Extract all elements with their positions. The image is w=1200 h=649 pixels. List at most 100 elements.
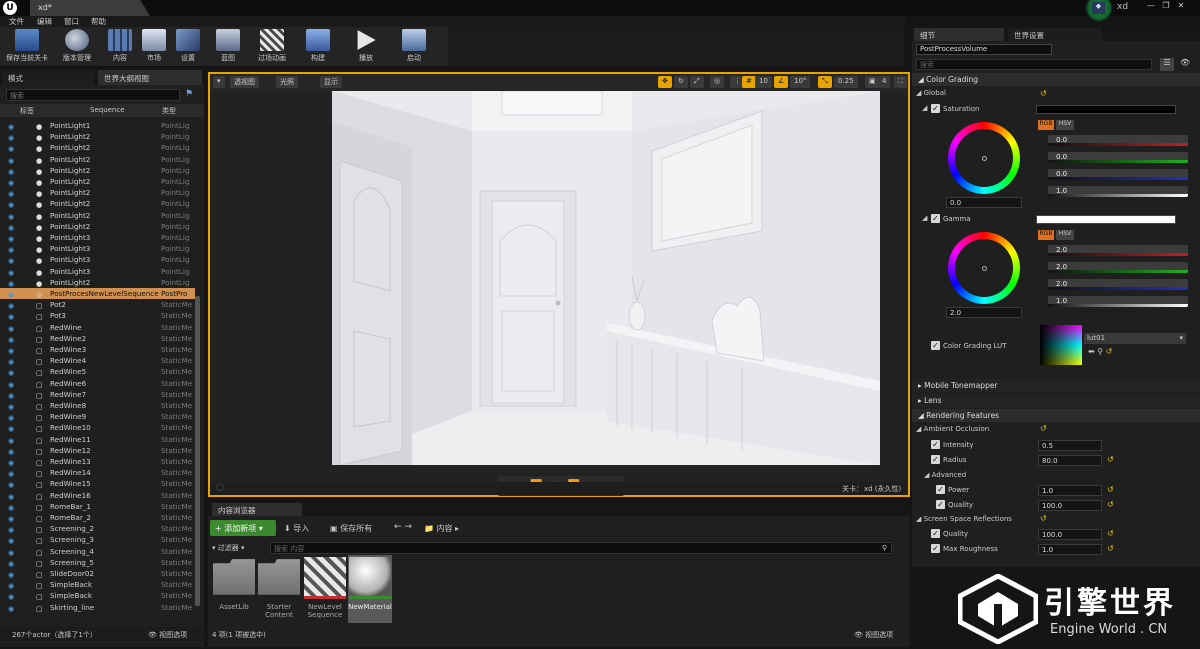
visibility-eye-icon[interactable]: ◉ xyxy=(8,121,17,131)
visibility-eye-icon[interactable]: ◉ xyxy=(8,334,17,344)
unreal-logo-icon[interactable]: U xyxy=(3,1,17,15)
rotate-icon[interactable]: ↻ xyxy=(674,76,688,88)
outliner-row[interactable]: ◉ ● PointLight3 PointLig xyxy=(0,243,195,254)
lut-browse-icons[interactable]: ⬅ ⚲ ↺ xyxy=(1088,347,1112,356)
visibility-eye-icon[interactable]: ◉ xyxy=(8,513,17,523)
visibility-eye-icon[interactable]: ◉ xyxy=(8,323,17,333)
outliner-row[interactable]: ◉ ▢ Screening_3 StaticMe xyxy=(0,534,195,545)
outliner-row[interactable]: ◉ ▢ RedWine13 StaticMe xyxy=(0,456,195,467)
outliner-row[interactable]: ◉ ▢ RedWine12 StaticMe xyxy=(0,445,195,456)
ao-reset-icon[interactable]: ↺ xyxy=(1040,424,1047,433)
lut-dropdown[interactable]: lut01 ▾ xyxy=(1084,333,1186,344)
viewport-menu-button[interactable]: ▾ xyxy=(213,76,225,88)
scale-icon[interactable]: ⤢ xyxy=(690,76,704,88)
outliner-view-options[interactable]: 👁 视图选项 xyxy=(148,630,187,640)
outliner-row[interactable]: ◉ ● PointLight2 PointLig xyxy=(0,154,195,165)
intensity-checkbox[interactable]: ✓ xyxy=(931,440,940,449)
outliner-row[interactable]: ◉ ▢ RedWine8 StaticMe xyxy=(0,400,195,411)
quality-value[interactable]: 100.0 xyxy=(1038,500,1102,511)
visibility-eye-icon[interactable]: ◉ xyxy=(8,143,17,153)
outliner-row[interactable]: ◉ ● PointLight3 PointLig xyxy=(0,254,195,265)
visibility-eye-icon[interactable]: ◉ xyxy=(8,401,17,411)
path-breadcrumb[interactable]: 📁 内容 ▸ xyxy=(424,523,459,534)
visibility-eye-icon[interactable]: ◉ xyxy=(8,132,17,142)
outliner-row[interactable]: ◉ ▢ SlideDoor02 StaticMe xyxy=(0,568,195,579)
launch-button[interactable]: 启动 xyxy=(400,29,428,65)
source-control-button[interactable]: 版本管理 xyxy=(56,29,98,65)
marketplace-button[interactable]: 市场 xyxy=(140,29,168,65)
content-search-input[interactable]: 搜索 内容 ⚲ xyxy=(270,542,892,554)
add-new-button[interactable]: + 添加新项 ▾ xyxy=(210,520,276,536)
outliner-row[interactable]: ◉ ▢ RedWine6 StaticMe xyxy=(0,378,195,389)
tab-content-browser[interactable]: 内容浏览器 xyxy=(212,503,302,516)
column-sequence[interactable]: Sequence xyxy=(90,106,125,114)
quality-checkbox[interactable]: ✓ xyxy=(936,500,945,509)
play-button[interactable]: 播放 xyxy=(352,29,380,65)
filters-button[interactable]: ▾ 过滤器 ▾ xyxy=(212,543,245,553)
user-avatar-icon[interactable]: ◆ xyxy=(1092,2,1105,14)
maximize-icon[interactable]: ❐ xyxy=(1161,1,1171,11)
visibility-eye-icon[interactable]: ◉ xyxy=(8,569,17,579)
rotation-snap-value[interactable]: 10° xyxy=(790,76,811,88)
outliner-row[interactable]: ◉ ▢ RedWine11 StaticMe xyxy=(0,434,195,445)
tab-world-outliner[interactable]: 世界大纲视图 xyxy=(98,70,202,85)
outliner-row[interactable]: ◉ ▢ Pot3 StaticMe xyxy=(0,310,195,321)
outliner-row[interactable]: ◉ ▢ RedWine10 StaticMe xyxy=(0,422,195,433)
saturation-b-slider[interactable]: B0.0 xyxy=(1048,169,1188,180)
save-button[interactable]: 保存当前关卡 xyxy=(4,29,50,65)
outliner-row[interactable]: ◉ ● PointLight2 PointLig xyxy=(0,176,195,187)
visibility-eye-icon[interactable]: ◉ xyxy=(8,222,17,232)
viewport-info-icon[interactable]: ◯ xyxy=(216,483,224,491)
content-view-options[interactable]: 👁 视图选项 xyxy=(854,630,893,640)
outliner-row[interactable]: ◉ ● PointLight2 PointLig xyxy=(0,210,195,221)
visibility-eye-icon[interactable]: ◉ xyxy=(8,379,17,389)
outliner-row[interactable]: ◉ ▢ Screening_4 StaticMe xyxy=(0,546,195,557)
gamma-color-swatch[interactable] xyxy=(1036,215,1176,224)
asset-assetlib[interactable]: AssetLib xyxy=(212,557,256,611)
outliner-row[interactable]: ◉ ▢ RedWine15 StaticMe xyxy=(0,478,195,489)
outliner-search-input[interactable]: 搜索 xyxy=(6,89,180,101)
visibility-eye-icon[interactable]: ◉ xyxy=(8,390,17,400)
object-name-field[interactable]: PostProcessVolume xyxy=(916,44,1052,55)
world-local-icon[interactable]: ◎ xyxy=(710,76,725,88)
outliner-row[interactable]: ◉ ▢ Screening_2 StaticMe xyxy=(0,523,195,534)
gamma-y-slider[interactable]: Y1.0 xyxy=(1048,296,1188,307)
outliner-row[interactable]: ◉ ● PointLight3 PointLig xyxy=(0,232,195,243)
show-button[interactable]: 显示 xyxy=(320,76,342,88)
saturation-checkbox[interactable]: ✓ xyxy=(931,104,940,113)
visibility-eye-icon[interactable]: ◉ xyxy=(8,289,17,299)
minimize-icon[interactable]: — xyxy=(1146,1,1156,11)
section-rendering-features[interactable]: ◢ Rendering Features xyxy=(912,409,1200,422)
saturation-wheel-value[interactable]: 0.0 xyxy=(946,197,1022,208)
quality-reset-icon[interactable]: ↺ xyxy=(1107,500,1114,509)
visibility-eye-icon[interactable]: ◉ xyxy=(8,423,17,433)
visibility-eye-icon[interactable]: ◉ xyxy=(8,300,17,310)
visibility-eye-icon[interactable]: ◉ xyxy=(8,244,17,254)
blueprint-button[interactable]: 蓝图 xyxy=(214,29,242,65)
visibility-eye-icon[interactable]: ◉ xyxy=(8,524,17,534)
visibility-eye-icon[interactable]: ◉ xyxy=(8,558,17,568)
outliner-row[interactable]: ◉ ▢ RedWine2 StaticMe xyxy=(0,333,195,344)
radius-reset-icon[interactable]: ↺ xyxy=(1107,455,1114,464)
outliner-row[interactable]: ◉ ▢ Pot2 StaticMe xyxy=(0,299,195,310)
outliner-row[interactable]: ◉ ▢ SimpleBack StaticMe xyxy=(0,579,195,590)
visibility-eye-icon[interactable]: ◉ xyxy=(8,591,17,601)
visibility-eye-icon[interactable]: ◉ xyxy=(8,356,17,366)
section-mobile-tonemapper[interactable]: ▸ Mobile Tonemapper xyxy=(912,379,1200,392)
content-button[interactable]: 内容 xyxy=(106,29,134,65)
perspective-button[interactable]: 透视图 xyxy=(230,76,259,88)
column-label[interactable]: 标签 xyxy=(20,106,34,116)
save-all-button[interactable]: ▣ 保存所有 xyxy=(330,523,372,534)
gamma-hsv-button[interactable]: HSV xyxy=(1056,230,1074,240)
radius-checkbox[interactable]: ✓ xyxy=(931,455,940,464)
grid-snap-value[interactable]: 10 xyxy=(755,76,772,88)
visibility-eye-icon[interactable]: ◉ xyxy=(8,188,17,198)
outliner-row[interactable]: ◉ ● PointLight2 PointLig xyxy=(0,221,195,232)
translate-icon[interactable]: ✥ xyxy=(658,76,672,88)
power-value[interactable]: 1.0 xyxy=(1038,485,1102,496)
column-type[interactable]: 类型 xyxy=(162,106,176,116)
details-view-options-icon[interactable]: 👁 xyxy=(1180,58,1190,67)
outliner-row[interactable]: ◉ ▢ Skirting_line StaticMe xyxy=(0,602,195,613)
visibility-eye-icon[interactable]: ◉ xyxy=(8,547,17,557)
outliner-row[interactable]: ◉ ▢ RedWine5 StaticMe xyxy=(0,366,195,377)
